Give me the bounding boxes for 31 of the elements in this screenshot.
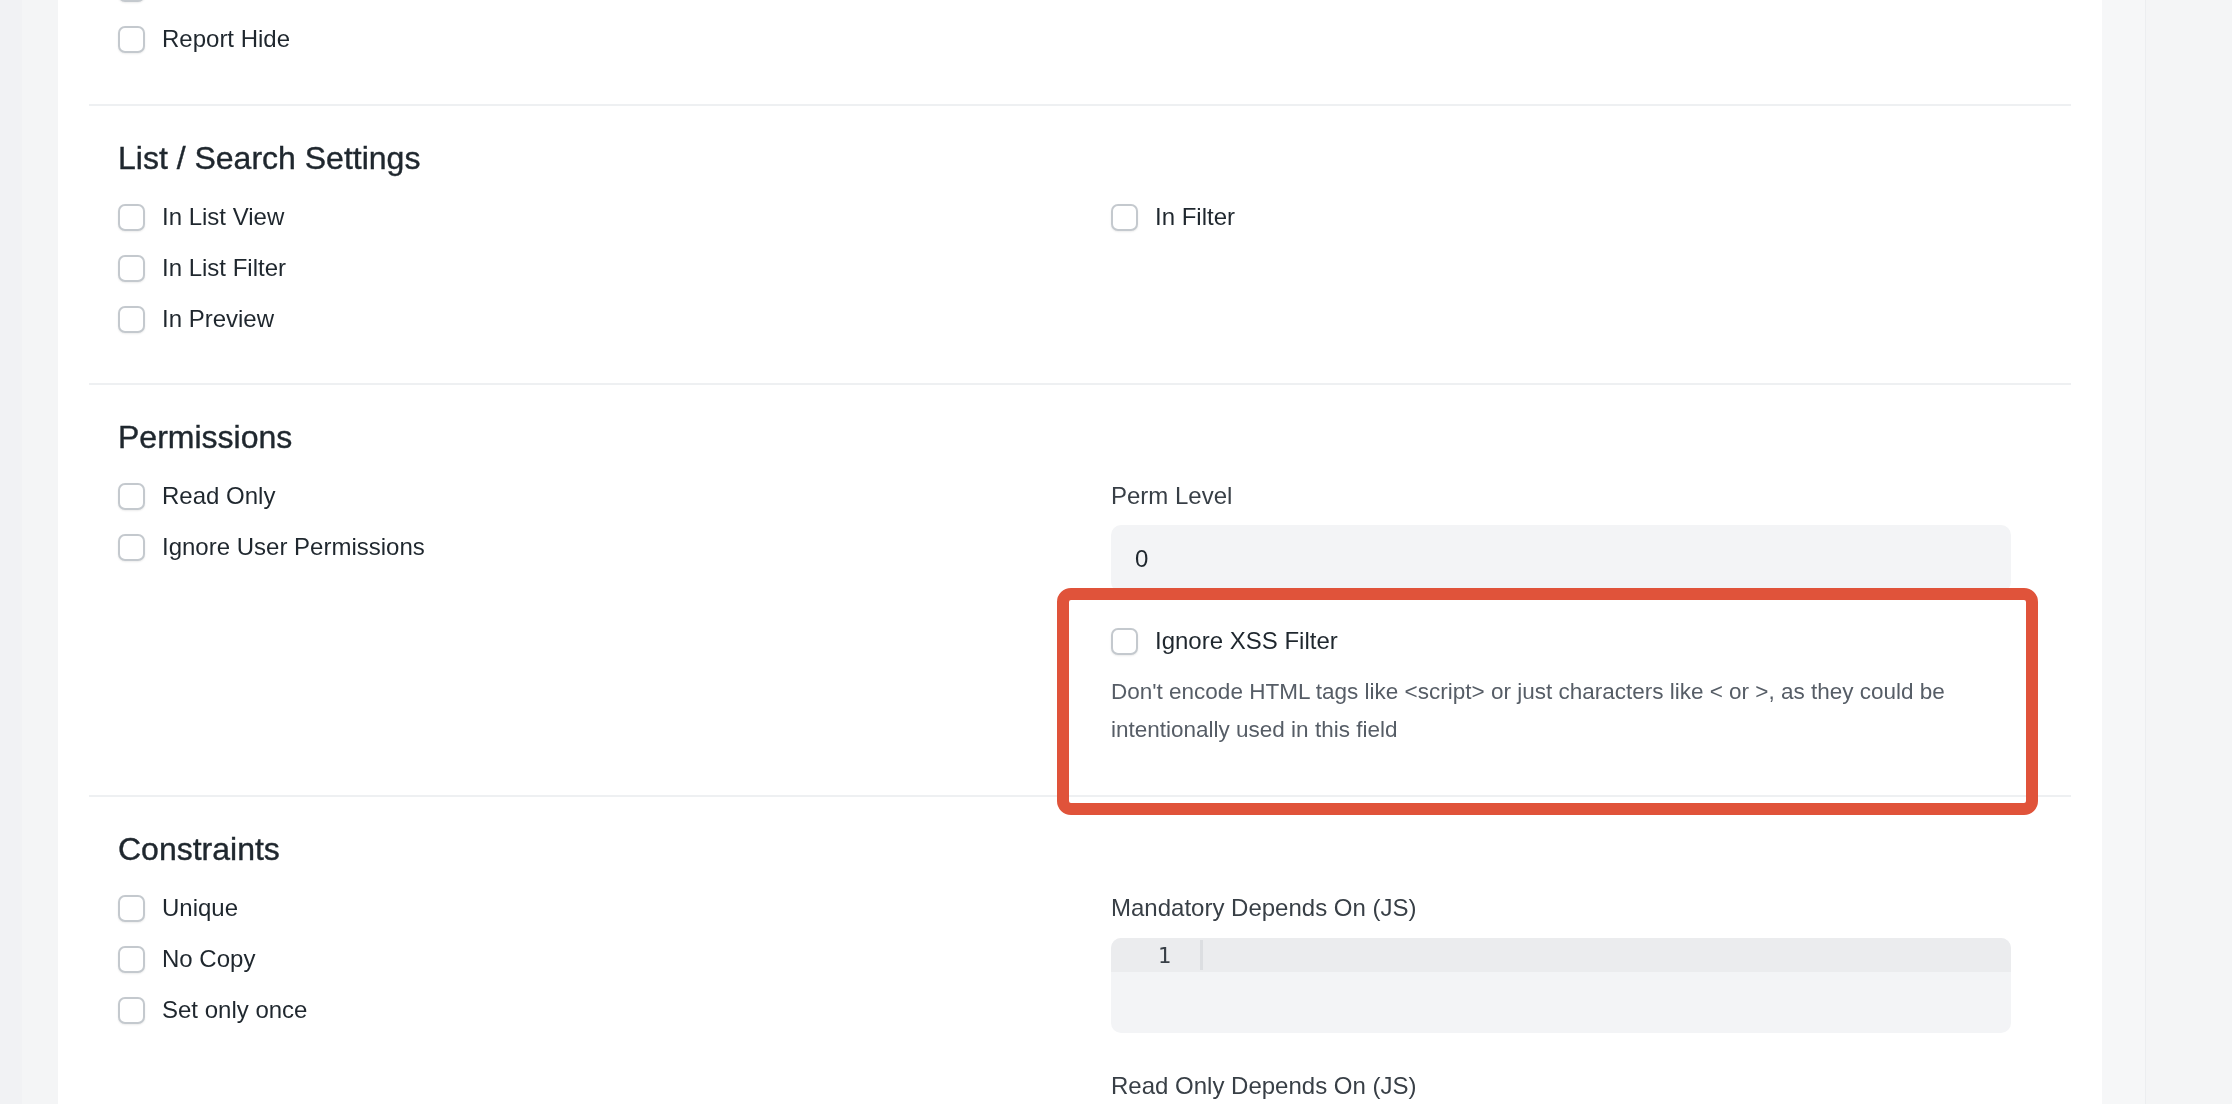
section-heading: List / Search Settings (118, 140, 422, 176)
field-label: Perm Level (1111, 481, 1233, 511)
section-heading: Permissions (118, 419, 294, 455)
checkbox-label: Ignore User Permissions (162, 533, 425, 561)
line-number: 1 (1156, 942, 1171, 968)
checkbox[interactable] (118, 894, 145, 922)
checkbox[interactable] (118, 305, 145, 333)
checkbox-label: In Preview (162, 305, 275, 333)
checkbox[interactable] (118, 254, 145, 282)
checkbox-label: Unique (162, 894, 239, 922)
checkbox[interactable] (118, 203, 145, 231)
checkbox-label: In List View (162, 203, 285, 231)
checkbox-label: Read Only (162, 482, 276, 510)
checkbox[interactable] (118, 482, 145, 510)
checkbox[interactable] (118, 25, 145, 53)
checkbox-label: Ignore XSS Filter (1155, 627, 1338, 655)
checkbox-label: Set only once (162, 996, 308, 1024)
checkbox[interactable] (118, 996, 145, 1024)
checkbox-label: No Copy (162, 945, 256, 973)
checkbox-label: Report Hide (162, 25, 291, 53)
checkbox-label: In Filter (1155, 203, 1235, 231)
field-label: Read Only Depends On (JS) (1111, 1071, 1417, 1101)
help-text: Don't encode HTML tags like <script> or just characters like < or >, as they could be intentionally used in this field (1111, 678, 1946, 744)
checkbox-label: In List Filter (162, 254, 287, 282)
section-heading: Constraints (118, 831, 281, 867)
checkbox[interactable] (118, 945, 145, 973)
field-label: Mandatory Depends On (JS) (1111, 893, 1417, 923)
checkbox[interactable] (1111, 627, 1138, 655)
code-editor[interactable]: 1 (1111, 938, 2011, 1033)
checkbox[interactable] (1111, 203, 1138, 231)
checkbox[interactable] (118, 533, 145, 561)
